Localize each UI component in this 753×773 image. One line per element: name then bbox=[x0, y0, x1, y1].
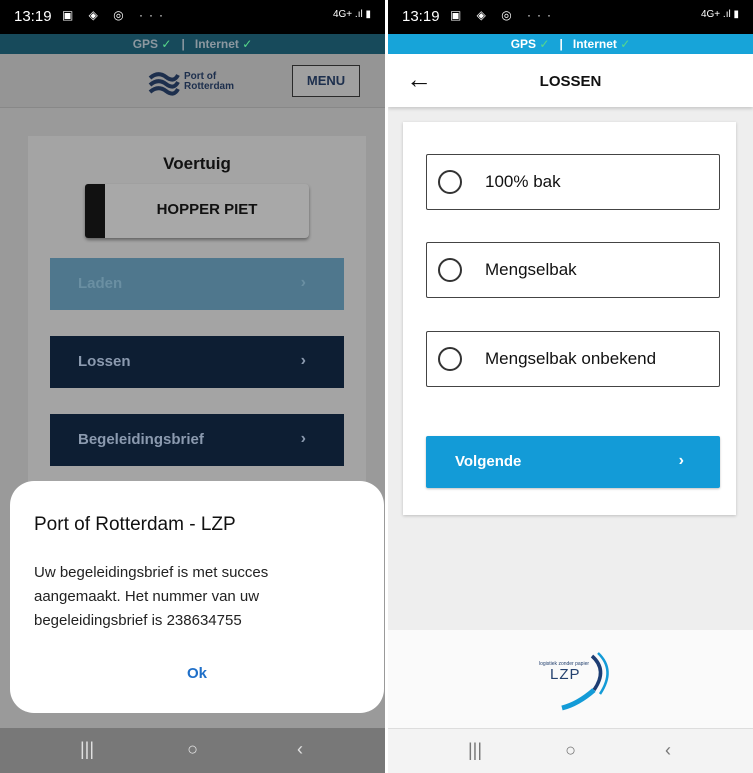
option-100-bak[interactable]: 100% bak bbox=[426, 154, 720, 210]
chevron-right-icon: › bbox=[300, 352, 306, 369]
signal-battery-icon: 4G+ .ıl ▮ bbox=[700, 9, 739, 20]
dialog-title: Port of Rotterdam - LZP bbox=[34, 514, 236, 535]
home-icon[interactable]: ○ bbox=[388, 740, 753, 761]
footer: logistiek zonder papier LZP bbox=[388, 630, 753, 728]
radio-button-icon[interactable] bbox=[438, 170, 462, 194]
internet-label: Internet bbox=[572, 37, 617, 51]
dialog-message: Uw begeleidingsbrief is met succes aange… bbox=[34, 564, 269, 629]
internet-check-icon: ✓ bbox=[620, 37, 631, 51]
notification-icons: ▣ ◈ ◎ ··· bbox=[450, 8, 558, 22]
gps-check-icon: ✓ bbox=[161, 37, 172, 51]
status-time: 13:19 bbox=[14, 8, 52, 25]
right-phone-screen: 13:19 ▣ ◈ ◎ ··· 4G+ .ıl ▮ GPS ✓ | Intern… bbox=[388, 0, 753, 773]
option-label: Mengselbak bbox=[485, 260, 577, 279]
option-mengselbak[interactable]: Mengselbak bbox=[426, 242, 720, 298]
status-time: 13:19 bbox=[402, 8, 440, 25]
gps-label: GPS bbox=[510, 37, 537, 51]
connection-separator: | bbox=[181, 37, 185, 51]
chevron-right-icon: › bbox=[300, 430, 306, 447]
lossen-options-card: 100% bak Mengselbak Mengselbak onbekend … bbox=[403, 122, 736, 515]
status-bar: 13:19 ▣ ◈ ◎ ··· 4G+ .ıl ▮ bbox=[388, 0, 753, 34]
home-icon[interactable]: ○ bbox=[0, 739, 385, 760]
begeleidingsbrief-button[interactable]: Begeleidingsbrief › bbox=[50, 414, 344, 466]
menu-button[interactable]: MENU bbox=[292, 65, 360, 97]
action-label: Lossen bbox=[78, 353, 131, 370]
vehicle-card-title: Voertuig bbox=[163, 154, 231, 173]
internet-check-icon: ✓ bbox=[242, 37, 253, 51]
option-mengselbak-onbekend[interactable]: Mengselbak onbekend bbox=[426, 331, 720, 387]
next-label: Volgende bbox=[455, 453, 522, 470]
chevron-right-icon: › bbox=[678, 452, 684, 469]
connection-separator: | bbox=[559, 37, 563, 51]
lzp-logo: logistiek zonder papier LZP bbox=[528, 652, 618, 712]
logo-line-2: Rotterdam bbox=[184, 81, 235, 92]
notification-icons: ▣ ◈ ◎ ··· bbox=[62, 8, 170, 22]
radio-button-icon[interactable] bbox=[438, 258, 462, 282]
laden-button[interactable]: Laden › bbox=[50, 258, 344, 310]
lossen-button[interactable]: Lossen › bbox=[50, 336, 344, 388]
port-logo-icon bbox=[148, 72, 180, 96]
vehicle-card: Voertuig HOPPER PIET Laden › Lossen › Be… bbox=[28, 136, 366, 496]
system-nav-bar: ||| ○ ‹ bbox=[0, 728, 385, 773]
gps-check-icon: ✓ bbox=[539, 37, 550, 51]
back-icon[interactable]: ‹ bbox=[297, 739, 303, 760]
status-bar: 13:19 ▣ ◈ ◎ ··· 4G+ .ıl ▮ bbox=[0, 0, 385, 34]
page-header: ← LOSSEN bbox=[388, 54, 753, 107]
option-label: Mengselbak onbekend bbox=[485, 349, 657, 368]
action-label: Begeleidingsbrief bbox=[78, 431, 204, 448]
port-of-rotterdam-logo: Port of Rotterdam bbox=[148, 69, 258, 97]
connection-bar: GPS ✓ | Internet ✓ bbox=[388, 34, 753, 54]
success-dialog: Port of Rotterdam - LZP Uw begeleidingsb… bbox=[10, 481, 384, 713]
app-header: Port of Rotterdam MENU bbox=[0, 54, 385, 108]
system-nav-bar: ||| ○ ‹ bbox=[388, 728, 753, 773]
signal-battery-icon: 4G+ .ıl ▮ bbox=[332, 9, 371, 20]
vehicle-select-button[interactable]: HOPPER PIET bbox=[85, 184, 309, 238]
page-title: LOSSEN bbox=[539, 73, 602, 90]
option-label: 100% bak bbox=[485, 172, 561, 191]
back-icon[interactable]: ‹ bbox=[665, 740, 671, 761]
chevron-right-icon: › bbox=[300, 274, 306, 291]
vehicle-name: HOPPER PIET bbox=[156, 201, 258, 218]
radio-button-icon[interactable] bbox=[438, 347, 462, 371]
lzp-wordmark: LZP bbox=[550, 666, 581, 683]
volgende-button[interactable]: Volgende › bbox=[426, 436, 720, 488]
left-phone-screen: 13:19 ▣ ◈ ◎ ··· 4G+ .ıl ▮ GPS ✓ | Intern… bbox=[0, 0, 385, 773]
vehicle-color-strip bbox=[85, 184, 105, 238]
internet-label: Internet bbox=[194, 37, 239, 51]
gps-label: GPS bbox=[132, 37, 159, 51]
connection-bar: GPS ✓ | Internet ✓ bbox=[0, 34, 385, 54]
action-label: Laden bbox=[78, 275, 123, 292]
dialog-ok-button[interactable]: Ok bbox=[10, 665, 384, 682]
